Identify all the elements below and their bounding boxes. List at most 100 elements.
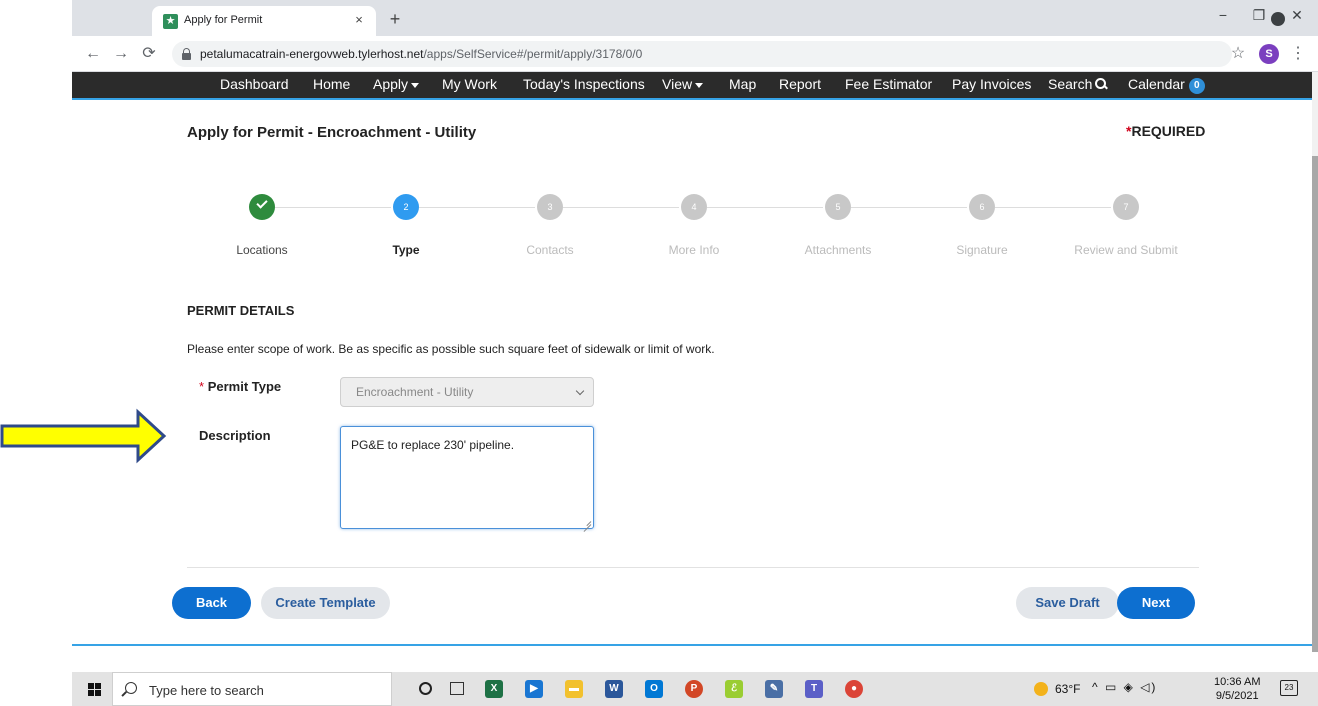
step-5: 5 <box>825 194 851 220</box>
instructions-text: Please enter scope of work. Be as specif… <box>187 342 715 356</box>
taskbar-search-box[interactable]: Type here to search <box>112 672 392 706</box>
required-indicator: *REQUIRED <box>1126 123 1205 139</box>
nav-map[interactable]: Map <box>729 76 756 92</box>
taskbar-temperature[interactable]: 63°F <box>1055 682 1080 696</box>
permit-type-value: Encroachment - Utility <box>356 385 474 399</box>
cortana-icon[interactable] <box>419 682 432 695</box>
page-title: Apply for Permit - Encroachment - Utilit… <box>187 124 477 141</box>
nav-dashboard[interactable]: Dashboard <box>220 76 289 92</box>
step-label-contacts: Contacts <box>526 243 574 257</box>
powerpoint-icon[interactable]: P <box>685 680 703 698</box>
address-bar-row: ← → ⟳ petalumacatrain-energovweb.tylerho… <box>72 36 1318 72</box>
reload-icon[interactable]: ⟳ <box>138 42 160 66</box>
nav-my-work[interactable]: My Work <box>442 76 497 92</box>
back-button[interactable]: Back <box>172 587 251 619</box>
minimize-button[interactable]: − <box>1208 4 1238 26</box>
bookmark-star-icon[interactable]: ☆ <box>1227 42 1249 66</box>
nav-apply[interactable]: Apply <box>373 76 420 92</box>
create-template-button[interactable]: Create Template <box>261 587 390 619</box>
taskbar-clock[interactable]: 10:36 AM 9/5/2021 <box>1214 675 1260 703</box>
nav-home[interactable]: Home <box>313 76 350 92</box>
nav-view[interactable]: View <box>662 76 704 92</box>
permit-type-label: * Permit Type <box>199 379 281 394</box>
left-margin <box>0 0 72 652</box>
resize-grip-icon[interactable] <box>583 518 591 526</box>
step-7: 7 <box>1113 194 1139 220</box>
scrollbar-thumb[interactable] <box>1312 156 1318 652</box>
step-3: 3 <box>537 194 563 220</box>
content-divider <box>187 567 1199 568</box>
close-window-button[interactable]: ✕ <box>1282 4 1312 26</box>
teams-icon[interactable]: T <box>805 680 823 698</box>
excel-icon[interactable]: X <box>485 680 503 698</box>
profile-avatar[interactable]: S <box>1259 44 1279 64</box>
nav-view-label: View <box>662 76 693 92</box>
step-connector <box>995 207 1111 208</box>
system-tray-icons[interactable]: ^ ▭ ◈ ◁) <box>1092 680 1157 694</box>
step-label-review-and-submit: Review and Submit <box>1074 243 1178 257</box>
word-icon[interactable]: W <box>605 680 623 698</box>
media-player-icon[interactable]: ▶ <box>525 680 543 698</box>
step-6: 6 <box>969 194 995 220</box>
search-icon <box>1095 78 1107 90</box>
calendar-count-badge: 0 <box>1188 78 1205 94</box>
url-text: petalumacatrain-energovweb.tylerhost.net… <box>200 47 642 61</box>
new-tab-button[interactable]: + <box>384 8 406 30</box>
next-button[interactable]: Next <box>1117 587 1195 619</box>
forward-arrow-icon[interactable]: → <box>110 42 132 66</box>
weather-sun-icon[interactable] <box>1034 682 1048 696</box>
nav-report[interactable]: Report <box>779 76 821 92</box>
step-label-locations[interactable]: Locations <box>197 243 327 257</box>
nav-calendar[interactable]: Calendar 0 <box>1128 76 1205 94</box>
chrome-icon[interactable]: ● <box>845 680 863 698</box>
file-explorer-icon[interactable]: ▬ <box>565 680 583 698</box>
nav-calendar-label: Calendar <box>1128 76 1185 92</box>
permit-type-select[interactable]: Encroachment - Utility <box>340 377 594 407</box>
nav-search-label: Search <box>1048 76 1093 92</box>
step-2-active: 2 <box>393 194 419 220</box>
maximize-button[interactable]: ❐ <box>1244 4 1274 26</box>
required-asterisk: * <box>199 379 205 394</box>
taskbar-search-placeholder: Type here to search <box>149 683 264 698</box>
windows-taskbar: Type here to search X ▶ ▬ W O P ℰ ✎ T ● … <box>72 672 1318 706</box>
chevron-down-icon <box>575 386 585 396</box>
step-label-signature: Signature <box>956 243 1008 257</box>
search-icon <box>125 682 137 694</box>
nav-todays-inspections[interactable]: Today's Inspections <box>523 76 645 92</box>
publisher-icon[interactable]: ℰ <box>725 680 743 698</box>
paint-icon[interactable]: ✎ <box>765 680 783 698</box>
notification-center-icon[interactable]: 23 <box>1280 680 1298 696</box>
footer-divider <box>72 644 1312 646</box>
windows-start-icon[interactable] <box>88 683 101 696</box>
clock-date: 9/5/2021 <box>1215 690 1259 702</box>
clock-time: 10:36 AM <box>1214 676 1261 688</box>
section-header: PERMIT DETAILS <box>187 303 295 318</box>
description-textarea[interactable]: PG&E to replace 230' pipeline. <box>340 426 594 529</box>
step-4: 4 <box>681 194 707 220</box>
outlook-icon[interactable]: O <box>645 680 663 698</box>
step-connector <box>563 207 679 208</box>
page-scrollbar[interactable] <box>1312 72 1318 652</box>
step-connector <box>419 207 535 208</box>
browser-tab-bar: ★ Apply for Permit × + − ❐ ✕ <box>72 0 1318 36</box>
task-view-icon[interactable] <box>450 682 464 695</box>
step-connector <box>275 207 391 208</box>
tab-close-button[interactable]: × <box>350 10 368 30</box>
caret-down-icon <box>695 82 704 88</box>
step-label-type: Type <box>392 243 420 257</box>
url-input[interactable]: petalumacatrain-energovweb.tylerhost.net… <box>172 41 1232 67</box>
browser-tab[interactable]: ★ Apply for Permit × <box>152 6 376 36</box>
permit-type-label-text: Permit Type <box>207 379 282 394</box>
nav-pay-invoices[interactable]: Pay Invoices <box>952 76 1031 92</box>
lock-icon[interactable] <box>182 48 191 60</box>
star-favicon-icon: ★ <box>163 14 178 29</box>
nav-fee-estimator[interactable]: Fee Estimator <box>845 76 932 92</box>
caret-down-icon <box>411 82 420 88</box>
save-draft-button[interactable]: Save Draft <box>1016 587 1119 619</box>
annotation-arrow <box>0 408 167 464</box>
nav-search[interactable]: Search <box>1048 76 1107 92</box>
url-path: /apps/SelfService#/permit/apply/3178/0/0 <box>423 47 643 61</box>
step-1-complete[interactable] <box>249 194 275 220</box>
back-arrow-icon[interactable]: ← <box>82 42 104 66</box>
browser-menu-icon[interactable]: ⋮ <box>1290 42 1306 66</box>
